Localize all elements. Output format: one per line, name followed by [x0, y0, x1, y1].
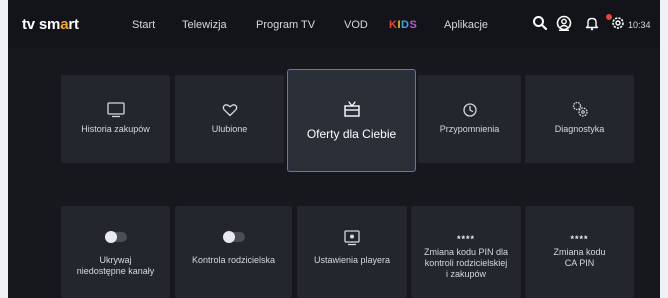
- top-bar: tv smart Start Telewizja Program TV VOD …: [8, 0, 660, 48]
- tile-oferty-dla-ciebie[interactable]: Oferty dla Ciebie: [287, 69, 416, 172]
- tv-smart-logo[interactable]: tv smart: [22, 16, 79, 33]
- profile-icon[interactable]: [556, 15, 572, 31]
- tile-label: Historia zakupów: [81, 124, 150, 134]
- tile-label: Oferty dla Ciebie: [306, 127, 397, 141]
- label-line: Ustawienia playera: [313, 255, 391, 265]
- logo-prefix: tv sm: [22, 16, 61, 33]
- label-line: Zmiana kodu PIN dla: [423, 247, 509, 257]
- tile-label: Ustawienia playera: [301, 255, 403, 266]
- tile-historia-zakupow[interactable]: Historia zakupów: [61, 75, 170, 163]
- player-icon: [344, 230, 360, 246]
- tile-label: Ulubione: [211, 124, 248, 134]
- label-line: niedostępne kanały: [76, 266, 155, 276]
- clock-time: 10:34: [628, 20, 651, 30]
- nav-program-tv[interactable]: Program TV: [256, 19, 315, 31]
- label-line: kontroli rodzicielskiej: [424, 258, 508, 268]
- heart-icon: [222, 104, 237, 117]
- tile-label: Przypomnienia: [439, 124, 500, 134]
- label-line: i zakupów: [445, 269, 487, 279]
- tile-label: Zmiana kodu CA PIN: [529, 247, 630, 269]
- kids-letter: S: [409, 19, 418, 31]
- pin-icon: ****: [570, 234, 589, 244]
- search-icon[interactable]: [532, 15, 548, 31]
- tile-przypomnienia[interactable]: Przypomnienia: [418, 75, 521, 163]
- nav-start[interactable]: Start: [132, 19, 155, 31]
- pin-icon: ****: [456, 234, 475, 244]
- tile-label: Ukrywaj niedostępne kanały: [65, 255, 166, 277]
- nav-kids[interactable]: KIDS: [389, 19, 417, 31]
- gears-icon: [572, 101, 588, 117]
- tile-ulubione[interactable]: Ulubione: [175, 75, 284, 163]
- tile-label: Diagnostyka: [554, 124, 605, 134]
- tile-kontrola-rodzicielska[interactable]: Kontrola rodzicielska: [175, 206, 292, 298]
- tv-screen: tv smart Start Telewizja Program TV VOD …: [8, 0, 660, 298]
- label-line: CA PIN: [564, 258, 595, 268]
- tile-zmiana-kodu-ca-pin[interactable]: **** Zmiana kodu CA PIN: [525, 206, 634, 298]
- gift-icon: [343, 101, 360, 117]
- tv-icon: [106, 102, 125, 118]
- tile-zmiana-kodu-pin[interactable]: **** Zmiana kodu PIN dla kontroli rodzic…: [411, 206, 521, 298]
- tile-label: Kontrola rodzicielska: [179, 255, 288, 266]
- label-line: Ukrywaj: [99, 255, 132, 265]
- toggle-icon[interactable]: [222, 231, 245, 243]
- tile-label: Zmiana kodu PIN dla kontroli rodzicielsk…: [415, 247, 517, 280]
- toggle-icon[interactable]: [104, 231, 127, 243]
- clock-icon: [462, 103, 477, 117]
- nav-vod[interactable]: VOD: [344, 19, 368, 31]
- tile-ukrywaj-niedostepne-kanaly[interactable]: Ukrywaj niedostępne kanały: [61, 206, 170, 298]
- label-line: Kontrola rodzicielska: [191, 255, 276, 265]
- tile-ustawienia-playera[interactable]: Ustawienia playera: [297, 206, 407, 298]
- logo-suffix: rt: [68, 16, 79, 33]
- tile-diagnostyka[interactable]: Diagnostyka: [525, 75, 634, 163]
- label-line: Zmiana kodu: [553, 247, 606, 257]
- nav-telewizja[interactable]: Telewizja: [182, 19, 227, 31]
- notifications-icon[interactable]: [584, 15, 600, 31]
- nav-aplikacje[interactable]: Aplikacje: [444, 19, 488, 31]
- settings-icon[interactable]: [610, 15, 626, 31]
